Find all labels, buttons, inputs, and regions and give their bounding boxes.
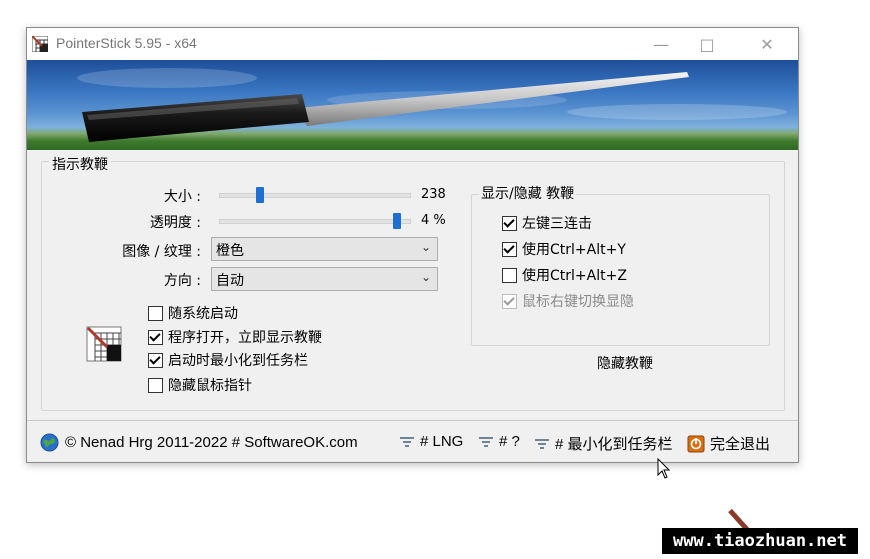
checkbox-box — [148, 305, 163, 321]
hide-pointer-button[interactable]: 隐藏教鞭 — [597, 353, 653, 373]
chevron-down-icon: ⌄ — [420, 240, 431, 254]
texture-label: 图像 / 纹理 : — [122, 244, 201, 260]
checkbox-box — [502, 215, 517, 231]
opacity-value: 4 % — [421, 213, 446, 228]
checkbox-label: 左键三连击 — [522, 216, 592, 232]
pointer-group-title: 指示教鞭 — [49, 154, 111, 174]
ctrl-alt-y-checkbox[interactable]: 使用Ctrl+Alt+Y — [502, 239, 626, 259]
pointer-banner-image — [27, 60, 798, 150]
help-menu-label: # ? — [499, 433, 520, 450]
checkbox-label: 鼠标右键切换显隐 — [522, 294, 634, 310]
chevron-down-icon: ⌄ — [420, 270, 431, 284]
hide-mouse-pointer-checkbox[interactable]: 隐藏鼠标指针 — [148, 375, 252, 395]
direction-select[interactable]: 自动 ⌄ — [211, 267, 438, 291]
checkbox-box — [148, 377, 163, 393]
checkbox-box — [502, 267, 517, 283]
app-window: PointerStick 5.95 - x64 — □ ✕ 指示教鞭 大小: … — [26, 27, 799, 463]
size-label: 大小 : — [163, 189, 201, 205]
checkbox-box — [502, 241, 517, 257]
help-menu[interactable]: # ? — [479, 433, 520, 450]
checkbox-label: 使用Ctrl+Alt+Z — [522, 268, 627, 284]
maximize-button[interactable]: □ — [684, 28, 730, 60]
checkbox-box — [148, 329, 163, 345]
language-menu-label: # LNG — [420, 433, 464, 450]
size-slider-track[interactable] — [219, 193, 411, 198]
checkbox-box — [148, 352, 163, 368]
watermark: www.tiaozhuan.net — [662, 528, 858, 554]
copyright-link[interactable]: © Nenad Hrg 2011-2022 # SoftwareOK.com — [40, 433, 358, 452]
mouse-cursor-icon — [657, 458, 671, 479]
checkbox-label: 隐藏鼠标指针 — [168, 378, 252, 394]
ctrl-alt-z-checkbox[interactable]: 使用Ctrl+Alt+Z — [502, 265, 627, 285]
menu-icon — [400, 435, 414, 449]
triple-left-click-checkbox[interactable]: 左键三连击 — [502, 213, 592, 233]
checkbox-label: 使用Ctrl+Alt+Y — [522, 242, 626, 258]
divider — [27, 420, 798, 421]
texture-select[interactable]: 橙色 ⌄ — [211, 237, 438, 261]
minimize-to-tray-label: # 最小化到任务栏 — [555, 436, 673, 453]
opacity-slider-thumb[interactable] — [393, 213, 401, 229]
close-button[interactable]: ✕ — [744, 28, 790, 60]
menu-icon — [479, 435, 493, 449]
opacity-label: 透明度 : — [149, 215, 201, 231]
right-click-toggle-checkbox: 鼠标右键切换显隐 — [502, 291, 634, 311]
texture-selected-value: 橙色 — [216, 243, 244, 259]
checkbox-label: 随系统启动 — [168, 306, 238, 322]
minimize-on-start-checkbox[interactable]: 启动时最小化到任务栏 — [148, 350, 308, 370]
globe-icon — [40, 433, 59, 452]
direction-label: 方向 : — [163, 273, 201, 289]
minimize-button[interactable]: — — [638, 28, 684, 60]
minimize-to-tray-menu[interactable]: # 最小化到任务栏 — [535, 433, 673, 454]
language-menu[interactable]: # LNG — [400, 433, 463, 450]
exit-label: 完全退出 — [710, 436, 771, 453]
checkbox-label: 程序打开，立即显示教鞭 — [168, 330, 322, 346]
pointer-grid-icon — [86, 326, 122, 362]
size-slider-thumb[interactable] — [256, 187, 264, 203]
exit-button[interactable]: 完全退出 — [687, 433, 770, 454]
status-bar: © Nenad Hrg 2011-2022 # SoftwareOK.com #… — [27, 426, 798, 462]
checkbox-label: 启动时最小化到任务栏 — [168, 353, 308, 369]
direction-selected-value: 自动 — [216, 273, 244, 289]
window-title: PointerStick 5.95 - x64 — [56, 35, 197, 51]
show-on-open-checkbox[interactable]: 程序打开，立即显示教鞭 — [148, 327, 322, 347]
start-with-system-checkbox[interactable]: 随系统启动 — [148, 303, 238, 323]
copyright-text: © Nenad Hrg 2011-2022 # SoftwareOK.com — [65, 434, 358, 451]
show-hide-group-title: 显示/隐藏 教鞭 — [479, 183, 577, 203]
checkbox-box — [502, 293, 517, 309]
size-value: 238 — [421, 187, 446, 202]
pointer-grid-icon — [32, 36, 48, 52]
opacity-slider-track[interactable] — [219, 219, 411, 224]
exit-icon — [687, 435, 705, 452]
menu-icon — [535, 437, 549, 451]
title-bar[interactable]: PointerStick 5.95 - x64 — □ ✕ — [27, 28, 798, 60]
